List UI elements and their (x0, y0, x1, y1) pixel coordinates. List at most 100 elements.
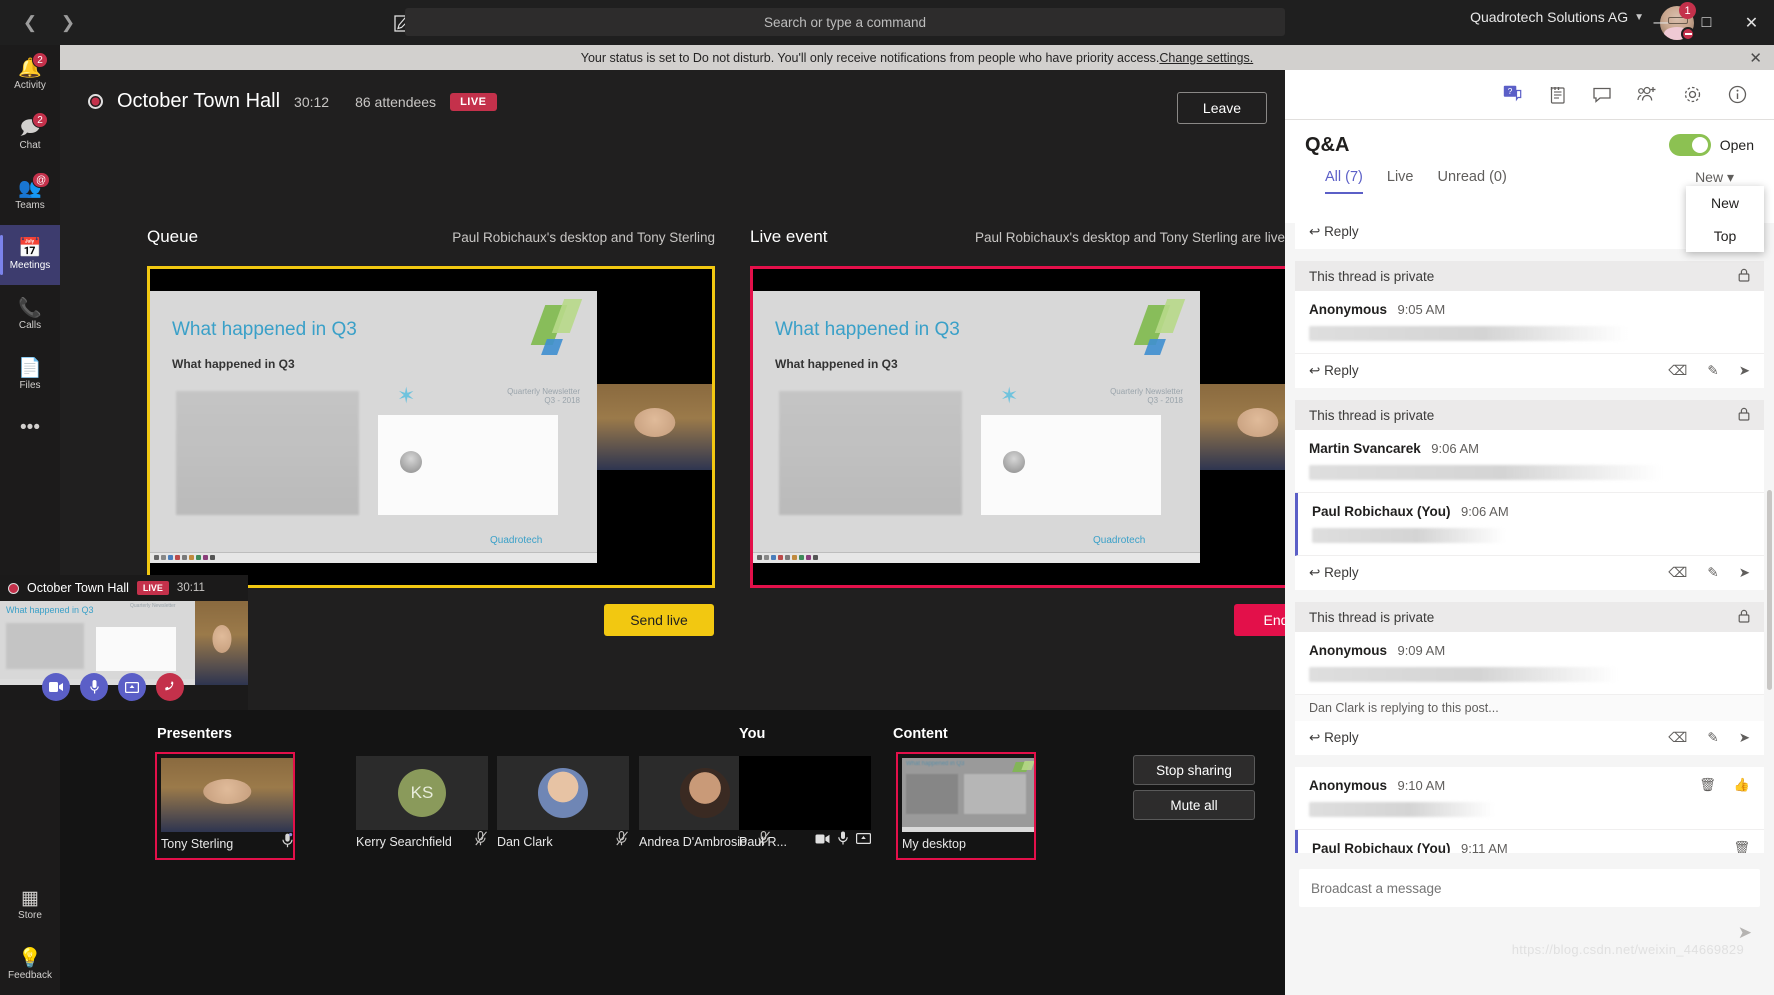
dismiss-icon[interactable]: ⌫ (1668, 363, 1687, 379)
pip-slide-title: What happened in Q3 (6, 605, 94, 615)
you-tile[interactable]: Paul R... (739, 756, 872, 849)
info-icon[interactable] (1726, 84, 1748, 106)
tab-unread[interactable]: Unread (0) (1437, 169, 1506, 194)
send-icon[interactable]: ➤ (1739, 730, 1750, 746)
qa-thread-list[interactable]: ↩ Reply ⌫ This thread is private Anonymo… (1285, 223, 1774, 923)
pip-mic-button[interactable] (80, 673, 108, 701)
pip-body: What happened in Q3 Quarterly Newsletter (0, 601, 248, 707)
qa-scrollbar[interactable] (1767, 490, 1772, 690)
presenter-tile-dan-clark[interactable]: Dan Clark (497, 756, 629, 849)
qa-reply-bar[interactable]: ↩ Reply ⌫ ✎ ➤ (1295, 556, 1764, 590)
tab-all[interactable]: All (7) (1325, 169, 1363, 194)
qa-open-toggle[interactable] (1668, 134, 1711, 156)
chat-icon[interactable] (1591, 84, 1613, 106)
pip-self-view[interactable]: October Town Hall LIVE 30:11 What happen… (0, 575, 248, 710)
send-icon[interactable]: ➤ (1739, 565, 1750, 581)
reply-label: ↩ Reply (1309, 363, 1359, 378)
sidebar-more-button[interactable]: ••• (0, 405, 60, 449)
qa-thread: This thread is private Martin Svancarek … (1295, 400, 1764, 590)
broadcast-message-input[interactable] (1299, 869, 1760, 907)
pip-title: October Town Hall (27, 581, 129, 595)
mic-icon[interactable] (838, 831, 848, 848)
pip-newsletter: Quarterly Newsletter (130, 603, 176, 609)
sidebar-item-teams[interactable]: 👥 Teams @ (0, 165, 60, 225)
screen-share-icon[interactable] (856, 832, 872, 847)
qa-post-body (1309, 802, 1495, 817)
pip-controls (42, 673, 184, 701)
back-icon[interactable]: ❮ (14, 8, 46, 38)
forward-icon[interactable]: ❯ (52, 8, 84, 38)
qa-post-body (1309, 667, 1618, 682)
sidebar-item-chat[interactable]: 🗩 Chat 2 (0, 105, 60, 165)
qa-reply-bar[interactable]: ↩ Reply ⌫ ✎ ➤ (1295, 354, 1764, 388)
stop-sharing-button[interactable]: Stop sharing (1133, 755, 1255, 785)
pip-hangup-button[interactable] (156, 673, 184, 701)
qa-post-time: 9:10 AM (1397, 778, 1446, 793)
dismiss-icon[interactable]: ⌫ (1668, 565, 1687, 581)
you-controls (815, 831, 872, 848)
you-label: You (739, 726, 766, 742)
sidebar-item-files[interactable]: 📄 Files (0, 345, 60, 405)
record-icon (8, 582, 19, 594)
teams-live-event-window: ❮ ❯ Search or type a command Quadrotech … (0, 0, 1774, 995)
send-live-button[interactable]: Send live (604, 604, 714, 636)
content-tile[interactable]: What happened in Q3 My desktop (896, 752, 1036, 860)
thread-private-banner: This thread is private (1295, 261, 1764, 291)
edit-pencil-icon[interactable]: ✎ (1707, 565, 1718, 581)
live-event-source: Paul Robichaux's desktop and Tony Sterli… (974, 230, 1285, 245)
mic-on-icon (282, 832, 293, 851)
menu-item-new[interactable]: New (1686, 186, 1764, 219)
activity-badge: 2 (32, 52, 48, 68)
mute-all-button[interactable]: Mute all (1133, 790, 1255, 820)
pip-camera-button[interactable] (42, 673, 70, 701)
pip-share-button[interactable] (118, 673, 146, 701)
sidebar-item-store[interactable]: ▦ Store (0, 875, 60, 935)
svg-text:?: ? (1507, 86, 1512, 96)
presenter-video (161, 758, 293, 832)
thread-private-banner: This thread is private (1295, 602, 1764, 632)
window-controls: — □ ✕ (1639, 0, 1774, 45)
org-switcher[interactable]: Quadrotech Solutions AG ▼ (1470, 9, 1644, 25)
live-event-label: Live event (750, 227, 828, 246)
menu-item-top[interactable]: Top (1686, 219, 1764, 252)
delete-icon[interactable]: 🗑 (1699, 777, 1716, 793)
change-settings-link[interactable]: Change settings. (1159, 51, 1253, 65)
sidebar-item-feedback[interactable]: 💡 Feedback (0, 935, 60, 995)
presenter-name: Dan Clark (497, 835, 553, 849)
notes-icon[interactable] (1546, 84, 1568, 106)
settings-gear-icon[interactable] (1681, 84, 1703, 106)
dismiss-icon[interactable]: ⌫ (1668, 730, 1687, 746)
close-button[interactable]: ✕ (1729, 0, 1774, 45)
sidebar-item-meetings[interactable]: 📅 Meetings (0, 225, 60, 285)
qa-post-body (1309, 326, 1627, 341)
send-icon[interactable]: ➤ (1739, 363, 1750, 379)
slide-blurred-block (779, 391, 962, 515)
qa-post-body (1312, 528, 1505, 543)
add-people-icon[interactable] (1636, 84, 1658, 106)
qa-icon[interactable]: ? (1501, 84, 1523, 106)
live-event-preview[interactable]: What happened in Q3 What happened in Q3 … (750, 266, 1318, 588)
qa-post-time: 9:05 AM (1397, 302, 1446, 317)
qa-sort-dropdown[interactable]: New ▾ (1695, 169, 1734, 186)
leave-button[interactable]: Leave (1177, 92, 1267, 124)
page-title: October Town Hall (117, 90, 281, 112)
banner-close-icon[interactable]: ✕ (1749, 49, 1762, 67)
send-icon[interactable]: ➤ (1738, 923, 1752, 943)
presenter-tile-tony-sterling[interactable]: Tony Sterling (155, 752, 295, 860)
tab-live[interactable]: Live (1387, 169, 1414, 194)
chevron-down-icon: ▾ (1726, 169, 1734, 185)
qa-post: Anonymous 9:05 AM (1295, 291, 1764, 354)
like-icon[interactable]: 👍 (1734, 777, 1750, 793)
camera-icon[interactable] (815, 832, 830, 847)
watermark: https://blog.csdn.net/weixin_44669829 (1511, 942, 1744, 957)
edit-pencil-icon[interactable]: ✎ (1707, 363, 1718, 379)
queue-preview[interactable]: What happened in Q3 What happened in Q3 … (147, 266, 715, 588)
qa-sort-label: New (1695, 169, 1724, 185)
content-slide-title: What happened in Q3 (906, 761, 965, 767)
sidebar-item-activity[interactable]: 🔔 Activity 2 (0, 45, 60, 105)
presenter-tile-kerry-searchfield[interactable]: KS Kerry Searchfield (356, 756, 488, 849)
edit-pencil-icon[interactable]: ✎ (1707, 730, 1718, 746)
sidebar-item-calls[interactable]: 📞 Calls (0, 285, 60, 345)
search-input[interactable]: Search or type a command (405, 8, 1285, 36)
qa-reply-bar[interactable]: ↩ Reply ⌫ ✎ ➤ (1295, 721, 1764, 755)
